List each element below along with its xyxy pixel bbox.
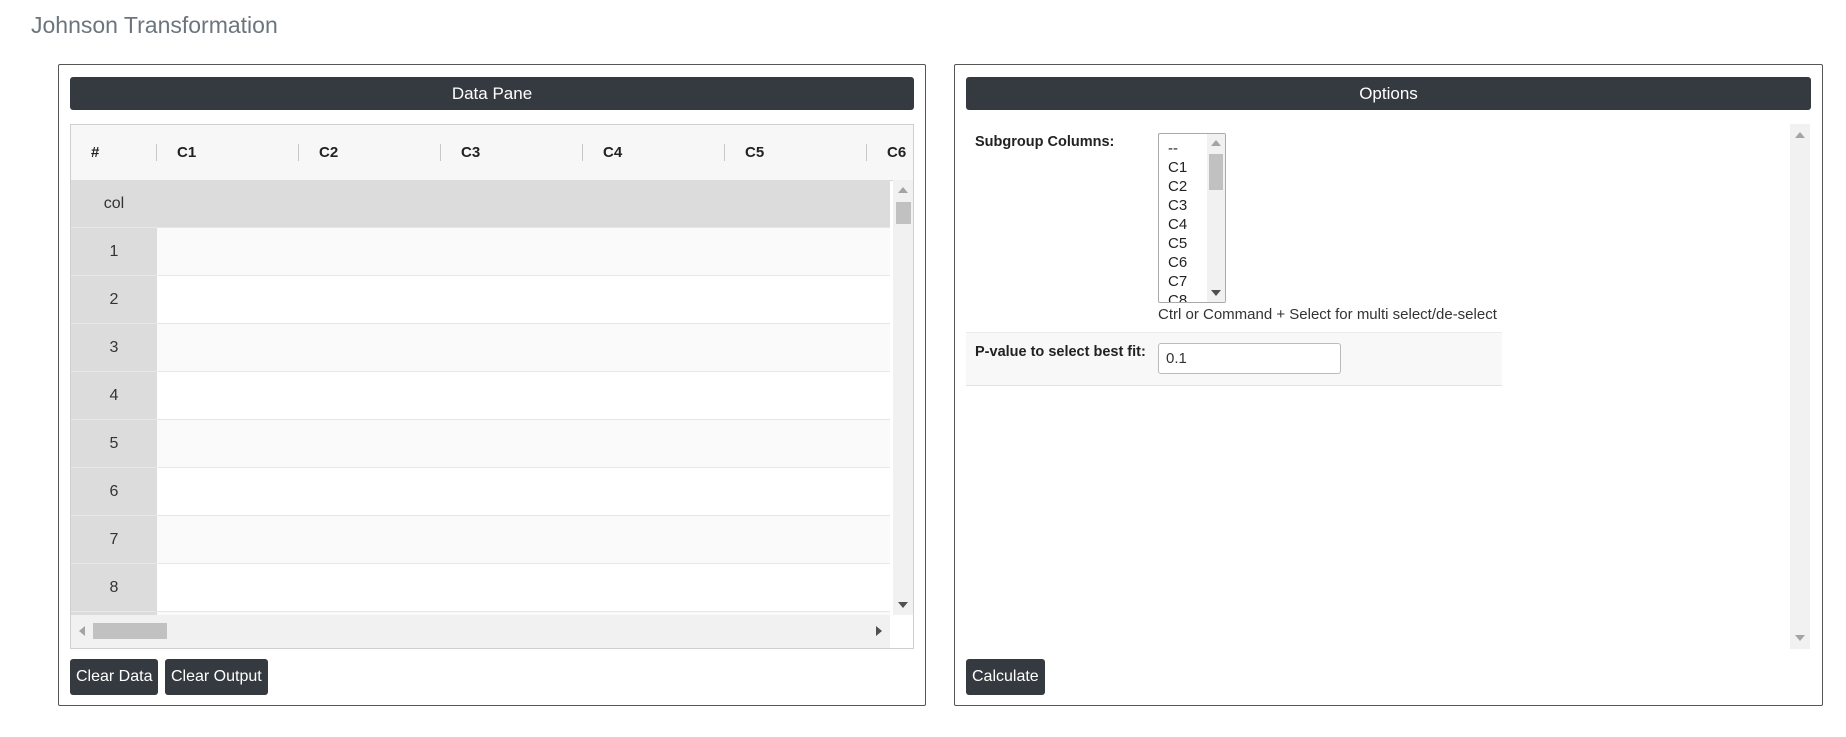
table-row[interactable]: 6 [71,468,890,516]
subgroup-columns-label: Subgroup Columns: [975,134,1115,150]
pvalue-input[interactable] [1158,343,1341,374]
pvalue-label: P-value to select best fit: [975,344,1146,360]
subgroup-columns-select[interactable]: -- C1 C2 C3 C4 C5 C6 C7 C8 [1158,133,1226,303]
scrollbar-thumb[interactable] [1209,154,1223,190]
list-item[interactable]: -- [1168,139,1178,158]
calculate-button[interactable]: Calculate [966,659,1045,695]
table-row[interactable]: 2 [71,276,890,324]
scroll-up-arrow-icon[interactable] [898,187,908,193]
column-separator [866,144,867,161]
row-header[interactable]: 3 [71,324,157,372]
table-row[interactable]: col [71,180,890,228]
listbox-scrollbar[interactable] [1207,134,1225,302]
scroll-up-arrow-icon[interactable] [1211,140,1221,146]
table-row[interactable]: 1 [71,228,890,276]
table-row[interactable]: 8 [71,564,890,612]
column-header-c1[interactable]: C1 [177,125,196,180]
clear-data-button[interactable]: Clear Data [70,659,159,695]
scrollbar-thumb[interactable] [896,202,911,224]
grid-vertical-scrollbar[interactable] [893,180,913,615]
list-item[interactable]: C7 [1168,272,1187,291]
scroll-down-arrow-icon[interactable] [1211,290,1221,296]
row-header[interactable]: 2 [71,276,157,324]
row-header[interactable]: 1 [71,228,157,276]
table-row[interactable]: 5 [71,420,890,468]
column-header-c6[interactable]: C6 [887,125,906,180]
pvalue-row: P-value to select best fit: [966,332,1502,386]
options-form: Subgroup Columns: -- C1 C2 C3 C4 C5 C6 C… [966,124,1810,649]
list-item[interactable]: C4 [1168,215,1187,234]
list-item[interactable]: C1 [1168,158,1187,177]
column-separator [440,144,441,161]
column-header-c5[interactable]: C5 [745,125,764,180]
column-separator [582,144,583,161]
data-pane-panel: Data Pane # C1 C2 C3 C4 C5 C6 col 1 2 3 … [58,64,926,706]
grid-horizontal-scrollbar[interactable] [71,615,890,648]
scrollbar-thumb[interactable] [93,623,167,639]
grid-header-row: # C1 C2 C3 C4 C5 C6 [71,125,913,181]
options-header: Options [966,77,1811,110]
options-panel: Options Subgroup Columns: -- C1 C2 C3 C4… [954,64,1823,706]
data-grid[interactable]: # C1 C2 C3 C4 C5 C6 col 1 2 3 4 5 6 7 8 [70,124,914,649]
scroll-up-arrow-icon[interactable] [1795,132,1805,138]
row-header[interactable]: 6 [71,468,157,516]
table-row[interactable]: 4 [71,372,890,420]
column-separator [724,144,725,161]
list-item[interactable]: C6 [1168,253,1187,272]
column-header-c4[interactable]: C4 [603,125,622,180]
list-item[interactable]: C5 [1168,234,1187,253]
row-header[interactable]: 5 [71,420,157,468]
column-header-c2[interactable]: C2 [319,125,338,180]
page-title: Johnson Transformation [31,12,278,38]
data-pane-header: Data Pane [70,77,914,110]
column-separator [156,144,157,161]
column-header-index[interactable]: # [91,125,99,180]
column-header-c3[interactable]: C3 [461,125,480,180]
row-header[interactable]: 8 [71,564,157,612]
row-header[interactable]: 7 [71,516,157,564]
multiselect-hint: Ctrl or Command + Select for multi selec… [1158,306,1497,323]
grid-body: col 1 2 3 4 5 6 7 8 [71,180,890,615]
list-item[interactable]: C2 [1168,177,1187,196]
scroll-right-arrow-icon[interactable] [876,626,882,636]
table-row[interactable]: 7 [71,516,890,564]
subgroup-columns-row: Subgroup Columns: -- C1 C2 C3 C4 C5 C6 C… [966,124,1502,332]
scroll-left-arrow-icon[interactable] [79,626,85,636]
row-header[interactable]: 4 [71,372,157,420]
clear-output-button[interactable]: Clear Output [165,659,268,695]
options-vertical-scrollbar[interactable] [1790,124,1810,649]
table-row[interactable]: 3 [71,324,890,372]
column-separator [298,144,299,161]
list-item[interactable]: C8 [1168,291,1187,302]
scroll-down-arrow-icon[interactable] [898,602,908,608]
row-header[interactable]: col [71,180,157,228]
scroll-down-arrow-icon[interactable] [1795,635,1805,641]
list-item[interactable]: C3 [1168,196,1187,215]
